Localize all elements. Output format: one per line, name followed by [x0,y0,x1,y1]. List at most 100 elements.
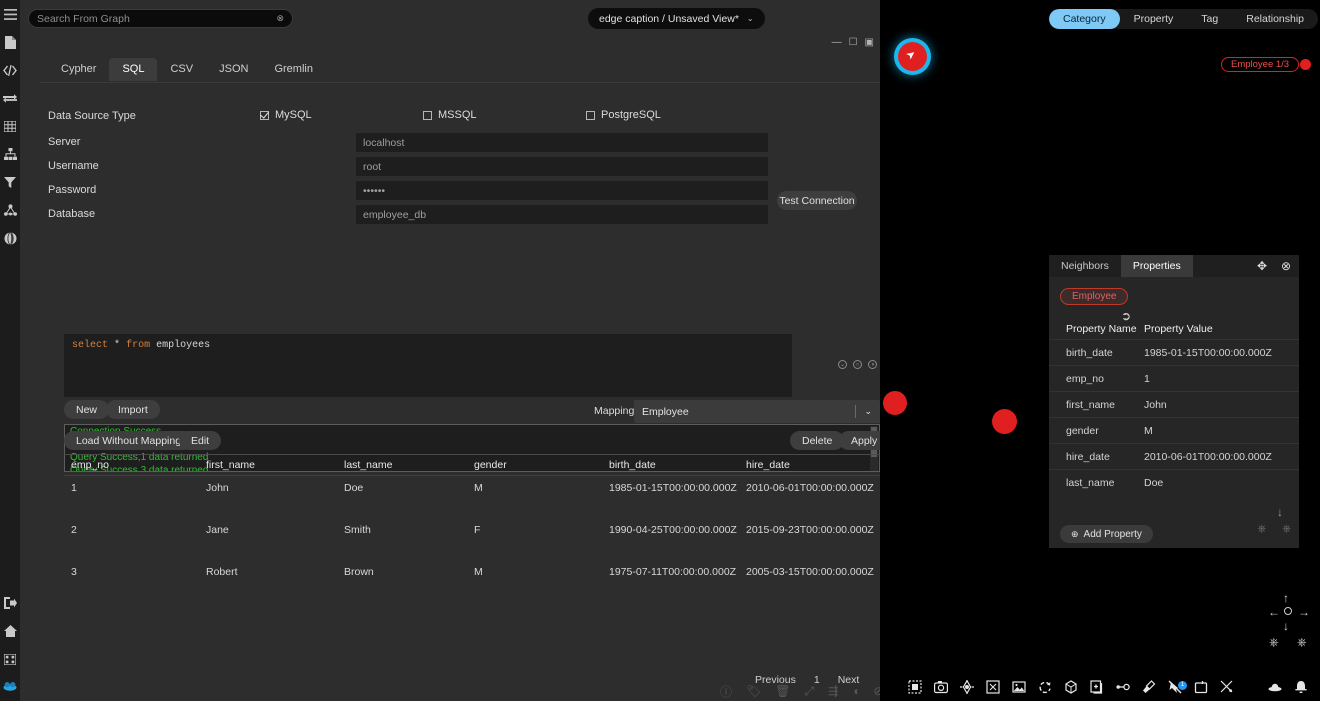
properties-tab-neighbors[interactable]: Neighbors [1049,255,1121,277]
properties-tab-properties[interactable]: Properties [1121,255,1193,277]
view-selector[interactable]: edge caption / Unsaved View* ⌄ [588,8,765,29]
new-button[interactable]: New [64,400,109,419]
image-icon[interactable] [1006,680,1032,694]
info-icon[interactable]: ⓘ [720,683,732,700]
close-button[interactable]: ▣ [865,38,874,48]
table-cell: Robert [206,566,238,578]
refresh-icon[interactable] [1032,680,1058,694]
note-icon[interactable] [1188,680,1214,694]
tab-cypher[interactable]: Cypher [48,58,109,81]
graph-node[interactable] [992,409,1017,434]
code-icon[interactable] [0,56,20,84]
database-input[interactable]: employee_db [356,205,768,224]
globe-icon[interactable] [0,224,20,252]
mapping-select[interactable]: Employee ⌄ [634,400,880,423]
property-row[interactable]: emp_no1 [1049,365,1299,391]
property-row[interactable]: hire_date2010-06-01T00:00:00.000Z [1049,443,1299,469]
rotate-right-icon[interactable]: ⎈ [1282,523,1291,536]
graph-tab-relationship[interactable]: Relationship [1232,9,1318,29]
search-input[interactable]: Search From Graph ⊗ [28,9,293,28]
tab-json[interactable]: JSON [206,58,261,81]
editor-half-circle-icon[interactable]: ◑ [868,360,877,369]
editor-chevron-icon[interactable]: ⌄ [838,360,847,369]
username-input[interactable]: root [356,157,768,176]
menu-icon[interactable] [0,0,20,28]
radio-mysql[interactable]: MySQL [260,109,312,121]
expand-icon[interactable]: ⤢ [804,684,814,699]
radio-postgresql[interactable]: PostgreSQL [586,109,661,121]
center-icon[interactable] [1284,607,1292,615]
transfer-icon[interactable] [0,84,20,112]
table-icon[interactable] [0,112,20,140]
minimize-button[interactable]: — [832,38,842,48]
panel-rotate-controls: ⎈ ⎈ [1257,523,1291,536]
link-node-icon[interactable] [1110,680,1136,694]
user-icon[interactable] [0,673,20,701]
delete-button[interactable]: Delete [790,431,844,450]
filter-icon[interactable] [0,168,20,196]
clear-icon[interactable]: ⊗ [276,13,284,24]
pan-down-icon[interactable]: ↓ [1283,620,1289,632]
table-row[interactable]: 3RobertBrownM1975-07-11T00:00:00.000Z200… [64,562,880,604]
property-row[interactable]: genderM [1049,417,1299,443]
maximize-button[interactable]: ☐ [849,38,858,48]
trash-icon[interactable]: 🗑 [775,684,790,698]
graph-node[interactable] [883,391,907,415]
camera-icon[interactable] [928,680,954,694]
table-row[interactable]: 2JaneSmithF1990-04-25T00:00:00.000Z2015-… [64,520,880,562]
select-box-icon[interactable] [902,680,928,694]
server-input[interactable]: localhost [356,133,768,152]
home-icon[interactable] [0,617,20,645]
tag-icon[interactable]: 🏷 [746,684,761,698]
property-name: emp_no [1049,373,1144,385]
move-panel-icon[interactable]: ✥ [1257,259,1267,273]
add-property-button[interactable]: ⊕ Add Property [1060,525,1153,543]
network-icon[interactable] [0,196,20,224]
fullscreen-icon[interactable] [0,645,20,673]
copy-icon[interactable] [1084,680,1110,694]
property-row[interactable]: last_nameDoe [1049,469,1299,495]
cut-edge-icon[interactable] [1214,680,1240,694]
graph-tab-tag[interactable]: Tag [1187,9,1232,29]
broom-icon[interactable] [1136,680,1162,694]
rotate-left-icon[interactable]: ⎈ [1257,523,1266,536]
close-panel-icon[interactable]: ⊗ [1281,259,1291,273]
load-without-mapping-button[interactable]: Load Without Mapping [64,431,193,450]
editor-circle-icon[interactable]: ○ [853,360,862,369]
table-row[interactable]: 1JohnDoeM1985-01-15T00:00:00.000Z2010-06… [64,478,880,520]
category-chip[interactable]: Employee [1060,288,1128,305]
bell-icon[interactable] [1288,680,1314,694]
document-icon[interactable] [0,28,20,56]
graph-node-selected[interactable]: ➤ [898,42,927,71]
scroll-down-icon[interactable]: ↓ [1277,505,1283,519]
graph-canvas[interactable]: CategoryPropertyTagRelationship Employee… [880,0,1320,701]
pin-off-icon[interactable]: 1 [1162,680,1188,694]
password-input[interactable]: •••••• [356,181,768,200]
radio-mssql[interactable]: MSSQL [423,109,477,121]
edit-button[interactable]: Edit [179,431,221,450]
property-row[interactable]: birth_date1985-01-15T00:00:00.000Z [1049,339,1299,365]
pan-right-icon[interactable]: → [1298,606,1310,618]
graph-tab-category[interactable]: Category [1049,9,1120,29]
property-row[interactable]: first_nameJohn [1049,391,1299,417]
tab-gremlin[interactable]: Gremlin [261,58,326,81]
tab-csv[interactable]: CSV [157,58,206,81]
logout-icon[interactable] [0,589,20,617]
graph-tab-property[interactable]: Property [1120,9,1188,29]
selection-badge[interactable]: Employee 1/3 [1221,57,1299,72]
import-button[interactable]: Import [106,400,160,419]
cloud-icon[interactable] [1262,680,1288,694]
tab-sql[interactable]: SQL [109,58,157,81]
pan-up-icon[interactable]: ↑ [1283,592,1289,604]
pan-left-icon[interactable]: ← [1268,606,1280,618]
layout-icon[interactable] [980,680,1006,694]
contrast-icon[interactable]: ◖ [852,684,859,698]
cube-icon[interactable] [1058,680,1084,694]
target-icon[interactable] [954,680,980,694]
rotate-left-icon[interactable]: ⎈ [1269,636,1279,648]
server-label: Server [48,136,80,148]
hierarchy-icon[interactable] [0,140,20,168]
sql-editor[interactable]: select * from employees [64,334,792,397]
share-icon[interactable]: ⇶ [828,684,838,698]
rotate-right-icon[interactable]: ⎈ [1297,636,1307,648]
